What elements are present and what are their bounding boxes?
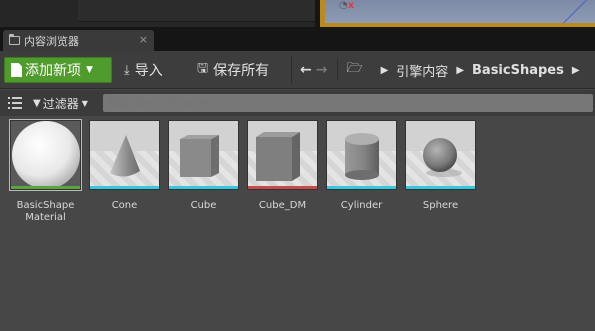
save-all-button[interactable]: 🖫 保存所有: [197, 57, 269, 83]
asset-type-stripe: [90, 186, 159, 189]
asset-type-stripe: [11, 186, 80, 189]
asset-type-stripe: [327, 186, 396, 189]
chevron-right-icon[interactable]: ▶: [456, 65, 464, 76]
asset-label: Cylinder: [340, 200, 383, 211]
divider: [337, 59, 339, 81]
close-icon[interactable]: ×: [139, 33, 148, 46]
search-input[interactable]: [103, 94, 593, 112]
asset-thumbnail[interactable]: [168, 120, 239, 190]
content-browser-toolbar: 添加新项 ▼ ⤓ 导入 🖫 保存所有 ← → 🗁 ▶ 引擎内容 ▶ BasicS…: [0, 51, 595, 89]
tab-bar: 内容浏览器 ×: [0, 27, 595, 51]
chevron-down-icon: ▼: [86, 65, 93, 75]
breadcrumb-root[interactable]: 引擎内容: [396, 61, 448, 80]
destructible-cube-icon: [256, 132, 300, 181]
viewport-panel[interactable]: ◔x: [320, 0, 595, 27]
cylinder-icon: [345, 133, 379, 180]
document-icon: [11, 63, 22, 77]
folder-icon[interactable]: 🗁: [346, 59, 362, 81]
filter-button[interactable]: ▼ 过滤器 ▼: [33, 95, 88, 112]
back-arrow-icon[interactable]: ←: [300, 62, 312, 78]
asset-thumbnail[interactable]: [405, 120, 476, 190]
import-label: 导入: [134, 63, 163, 79]
upper-left-panel-inner: [78, 0, 315, 22]
viewport-area[interactable]: ◔x: [325, 0, 595, 23]
chevron-right-icon[interactable]: ▶: [572, 65, 580, 76]
filter-label: 过滤器: [42, 97, 79, 111]
chevron-down-icon: ▼: [81, 99, 88, 108]
asset-thumbnail[interactable]: [89, 120, 160, 190]
folder-tab-icon: [9, 34, 20, 45]
content-browser-panel: 添加新项 ▼ ⤓ 导入 🖫 保存所有 ← → 🗁 ▶ 引擎内容 ▶ BasicS…: [0, 51, 595, 331]
path-navigation: ← → 🗁 ▶ 引擎内容 ▶ BasicShapes ▶: [291, 56, 595, 84]
material-sphere-icon: [12, 121, 80, 189]
asset-type-stripe: [406, 186, 475, 189]
asset-thumbnail[interactable]: [326, 120, 397, 190]
add-new-button[interactable]: 添加新项 ▼: [4, 57, 112, 83]
add-new-label: 添加新项: [25, 63, 81, 79]
import-button[interactable]: ⤓ 导入: [124, 57, 163, 83]
chevron-right-icon[interactable]: ▶: [381, 65, 389, 76]
asset-thumbnail[interactable]: [9, 119, 82, 191]
asset-type-stripe: [248, 186, 317, 189]
list-view-icon[interactable]: [8, 96, 23, 110]
save-all-label: 保存所有: [213, 63, 270, 79]
tab-content-browser[interactable]: 内容浏览器 ×: [3, 30, 154, 51]
filter-icon: ▼: [33, 98, 41, 109]
import-icon: ⤓: [124, 62, 130, 78]
asset-label: Cube_DM: [258, 200, 307, 211]
axis-gizmo: ◔x: [339, 0, 355, 11]
forward-arrow-icon[interactable]: →: [316, 62, 328, 78]
cube-icon: [180, 135, 219, 177]
filter-row: ▼ 过滤器 ▼: [0, 90, 595, 116]
viewport-grid-line: [555, 0, 595, 23]
asset-label: Cone: [111, 200, 138, 211]
asset-label: Sphere: [422, 200, 459, 211]
asset-type-stripe: [169, 186, 238, 189]
sphere-icon: [423, 138, 462, 177]
cone-icon: [110, 135, 140, 177]
save-icon: 🖫: [197, 61, 209, 76]
tab-title: 内容浏览器: [24, 34, 79, 48]
upper-left-panel: [0, 0, 315, 27]
breadcrumb-current[interactable]: BasicShapes: [472, 63, 564, 78]
asset-label: BasicShape Material: [16, 200, 75, 223]
asset-label: Cube: [190, 200, 217, 211]
asset-thumbnail[interactable]: [247, 120, 318, 190]
